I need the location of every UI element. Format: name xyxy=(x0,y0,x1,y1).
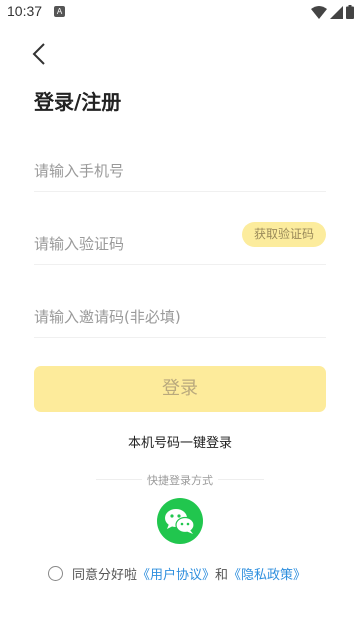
agreement-and: 和 xyxy=(215,567,229,583)
get-code-button[interactable]: 获取验证码 xyxy=(242,222,326,247)
wechat-icon xyxy=(165,509,195,534)
status-time: 10:37 xyxy=(7,3,43,19)
invite-field xyxy=(34,302,326,338)
wechat-login-button[interactable] xyxy=(157,498,203,544)
chevron-left-icon xyxy=(32,43,45,65)
status-icons xyxy=(311,4,354,20)
phone-field xyxy=(34,156,326,192)
signal-icon xyxy=(330,5,343,19)
quick-login-divider: 快捷登录方式 xyxy=(96,472,264,487)
code-field: 获取验证码 xyxy=(34,222,326,265)
code-input[interactable] xyxy=(34,229,234,259)
quick-login-label: 快捷登录方式 xyxy=(147,474,213,487)
invite-code-input[interactable] xyxy=(34,302,294,332)
login-button[interactable]: 登录 xyxy=(34,366,326,412)
phone-input[interactable] xyxy=(34,156,234,186)
agreement-row: 同意分好啦 《用户协议》 和 《隐私政策》 xyxy=(48,564,306,583)
agree-checkbox[interactable] xyxy=(48,565,63,581)
page-title: 登录/注册 xyxy=(34,90,122,114)
notification-icon: A xyxy=(54,6,65,17)
agreement-prefix: 同意分好啦 xyxy=(72,567,138,583)
privacy-policy-link[interactable]: 《隐私政策》 xyxy=(228,564,306,583)
user-agreement-link[interactable]: 《用户协议》 xyxy=(137,564,215,583)
one-key-login-link[interactable]: 本机号码一键登录 xyxy=(0,432,360,451)
battery-icon xyxy=(346,5,354,19)
status-bar: 10:37 A xyxy=(0,0,360,24)
wifi-icon xyxy=(311,5,327,19)
back-button[interactable] xyxy=(26,40,56,70)
divider-line-right xyxy=(218,479,264,480)
